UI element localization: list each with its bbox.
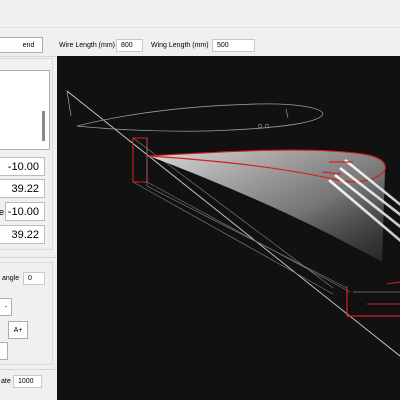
toolbar-top-divider: [0, 27, 400, 28]
end-button-label: end: [22, 41, 35, 49]
chord-root-input[interactable]: 39.22: [0, 179, 45, 198]
chord-tip-value: 39.22: [11, 228, 39, 241]
end-button[interactable]: end: [0, 37, 43, 53]
angle-input[interactable]: 0: [23, 272, 45, 285]
wing-length-label: Wing Length (mm): [151, 42, 209, 49]
angle-label: angle: [2, 275, 20, 282]
block-root-face: [132, 137, 148, 183]
feed-rate-label: ate: [1, 378, 11, 385]
minus-button[interactable]: -: [0, 298, 12, 316]
wire-guide-line: [66, 90, 72, 117]
chord-root-value: 39.22: [11, 182, 39, 195]
partial-button[interactable]: [0, 342, 8, 360]
3d-viewport[interactable]: [57, 56, 400, 400]
spar-hole-right: [264, 123, 270, 129]
feed-rate-input[interactable]: 1000: [13, 375, 42, 388]
airfoil-list[interactable]: [0, 70, 50, 150]
tip-airfoil-top: [386, 281, 400, 285]
spar-hole-left: [257, 123, 263, 129]
left-panel-bottom-divider: [0, 369, 56, 370]
left-panel-mid-divider: [0, 257, 56, 258]
feed-rate-value: 1000: [18, 378, 34, 385]
minus-button-label: -: [4, 303, 8, 311]
a-plus-button-label: A+: [13, 326, 23, 334]
offset-x-tip-label: e: [0, 207, 5, 217]
angle-value: 0: [28, 275, 32, 282]
offset-x-tip-input[interactable]: -10.00: [5, 202, 45, 221]
wing-3d-render: [66, 90, 400, 357]
wire-length-value: 800: [121, 42, 133, 49]
offset-x-tip-value: -10.00: [7, 205, 39, 218]
block-tip-face: [346, 286, 400, 317]
wire-length-input[interactable]: 800: [116, 39, 143, 52]
wing-loft-surface: [149, 150, 386, 261]
spar-marker: [285, 108, 289, 119]
wing-length-input[interactable]: 500: [212, 39, 255, 52]
offset-x-root-input[interactable]: -10.00: [0, 157, 45, 176]
wire-length-label: Wire Length (mm): [59, 42, 116, 49]
left-panel-top-divider: [0, 56, 56, 57]
wing-length-value: 500: [217, 42, 229, 49]
airfoil-list-scrollbar[interactable]: [42, 111, 45, 141]
offset-x-root-value: -10.00: [7, 160, 39, 173]
a-plus-button[interactable]: A+: [8, 321, 28, 339]
root-airfoil-outline: [76, 103, 324, 132]
toolbar: [0, 0, 400, 37]
chord-tip-input[interactable]: 39.22: [0, 225, 45, 244]
